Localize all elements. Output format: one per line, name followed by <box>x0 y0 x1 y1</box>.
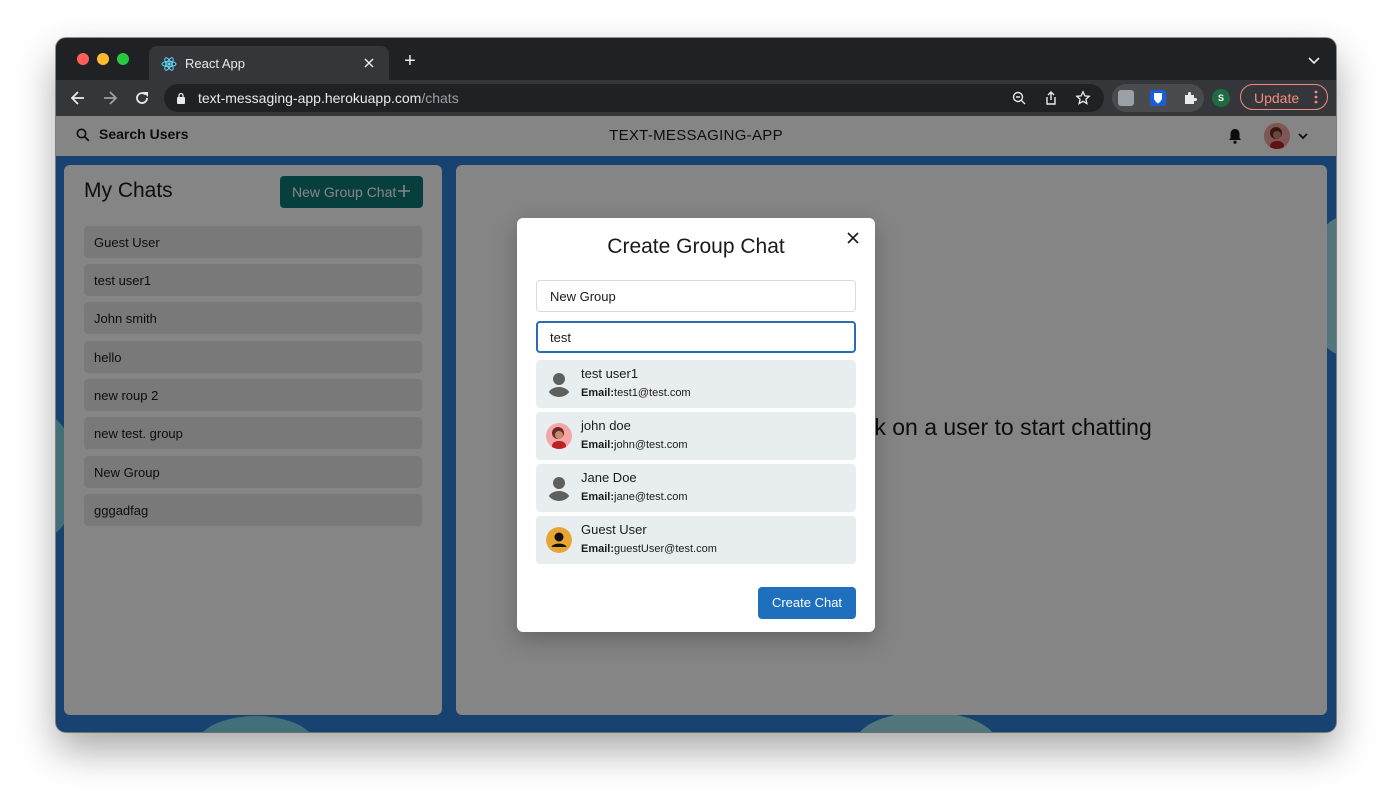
user-search-result[interactable]: Jane Doe Email:jane@test.com <box>536 464 856 512</box>
guest-user-icon <box>546 527 572 553</box>
address-bar[interactable]: text-messaging-app.herokuapp.com/chats <box>164 84 1104 112</box>
share-icon[interactable] <box>1043 90 1059 106</box>
extensions-group <box>1112 84 1204 112</box>
user-search-result[interactable]: Guest User Email:guestUser@test.com <box>536 516 856 564</box>
window-minimize-button[interactable] <box>97 53 109 65</box>
default-user-icon <box>546 371 572 397</box>
tab-title: React App <box>185 56 245 71</box>
back-arrow-icon[interactable] <box>68 88 88 108</box>
group-name-input[interactable] <box>536 280 856 312</box>
reload-icon[interactable] <box>132 88 152 108</box>
bookmark-star-icon[interactable] <box>1075 90 1091 106</box>
email-label: Email: <box>581 543 615 555</box>
user-result-email: Email:guestUser@test.com <box>581 543 717 555</box>
tab-search-chevron-icon[interactable] <box>1306 52 1322 68</box>
modal-title: Create Group Chat <box>607 235 785 258</box>
new-tab-button[interactable]: + <box>400 51 420 71</box>
user-result-email: Email:jane@test.com <box>581 491 688 503</box>
email-label: Email: <box>581 387 615 399</box>
more-vertical-icon[interactable] <box>1314 90 1318 104</box>
user-result-email: Email:john@test.com <box>581 439 688 451</box>
user-result-email: Email:test1@test.com <box>581 387 691 399</box>
email-value: guestUser@test.com <box>614 543 717 555</box>
user-result-name: Guest User <box>581 522 647 537</box>
user-search-result[interactable]: test user1 Email:test1@test.com <box>536 360 856 408</box>
bitwarden-shield-icon[interactable] <box>1150 90 1166 106</box>
user-result-name: john doe <box>581 418 631 433</box>
extension-a-icon[interactable] <box>1118 90 1134 106</box>
create-group-chat-modal: Create Group Chat test user1 Email:test1… <box>517 218 875 632</box>
puzzle-extensions-icon[interactable] <box>1182 90 1198 106</box>
window-close-button[interactable] <box>77 53 89 65</box>
forward-arrow-icon[interactable] <box>100 88 120 108</box>
email-label: Email: <box>581 439 615 451</box>
react-logo-icon <box>161 57 177 71</box>
email-value: jane@test.com <box>614 491 688 503</box>
create-chat-button[interactable]: Create Chat <box>758 587 856 619</box>
default-user-icon <box>546 475 572 501</box>
browser-tab[interactable]: React App <box>149 46 389 80</box>
update-label: Update <box>1254 90 1300 106</box>
update-button[interactable]: Update <box>1240 84 1328 110</box>
profile-avatar[interactable]: S <box>1212 89 1230 107</box>
add-users-search-input[interactable] <box>536 321 856 353</box>
browser-toolbar: text-messaging-app.herokuapp.com/chats S… <box>56 80 1336 116</box>
window-maximize-button[interactable] <box>117 53 129 65</box>
photo-avatar-icon <box>546 423 572 449</box>
tab-strip: React App + <box>56 38 1336 80</box>
zoom-icon[interactable] <box>1011 90 1027 106</box>
close-icon[interactable] <box>844 229 862 247</box>
tab-close-icon[interactable] <box>359 53 379 73</box>
user-result-name: Jane Doe <box>581 470 637 485</box>
url-path: /chats <box>421 90 459 106</box>
lock-icon[interactable] <box>176 92 186 104</box>
email-label: Email: <box>581 491 615 503</box>
url-host: text-messaging-app.herokuapp.com <box>198 90 422 106</box>
user-result-name: test user1 <box>581 366 639 381</box>
email-value: john@test.com <box>614 439 688 451</box>
browser-window: React App + text-messaging-app.herokuapp… <box>56 38 1336 732</box>
url-text[interactable]: text-messaging-app.herokuapp.com/chats <box>198 90 459 106</box>
user-search-result[interactable]: john doe Email:john@test.com <box>536 412 856 460</box>
email-value: test1@test.com <box>614 387 691 399</box>
